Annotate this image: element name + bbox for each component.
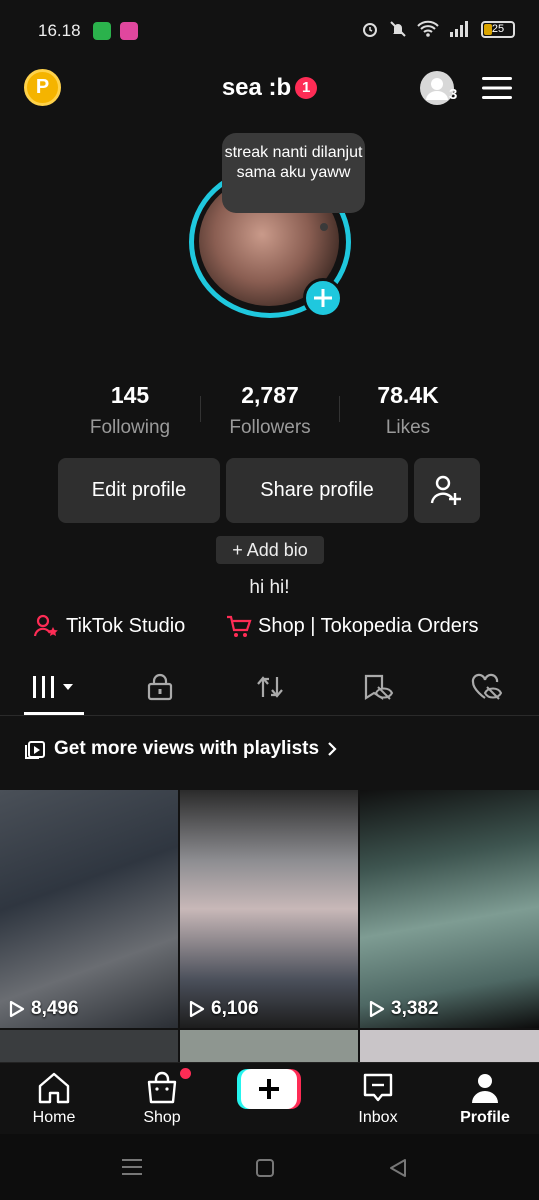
shopping-cart-icon <box>227 615 252 637</box>
stat-divider <box>339 396 340 422</box>
status-icons: 25 <box>361 20 515 38</box>
tab-private[interactable] <box>130 670 190 704</box>
home-icon <box>38 1072 70 1104</box>
video-thumbnail[interactable]: 3,382 <box>360 790 539 1028</box>
liked-hidden-icon <box>471 673 502 700</box>
tiktok-studio-link[interactable]: TikTok Studio <box>34 614 185 638</box>
nav-profile-label: Profile <box>460 1109 510 1126</box>
nav-shop-label: Shop <box>143 1109 181 1126</box>
recents-icon[interactable] <box>121 1158 143 1176</box>
stat-divider <box>200 396 201 422</box>
view-count-text: 3,382 <box>391 998 439 1019</box>
stat-label: Followers <box>229 417 311 438</box>
nav-home-label: Home <box>32 1109 76 1126</box>
nav-shop[interactable]: Shop <box>122 1071 202 1127</box>
shop-notification-dot <box>180 1068 191 1079</box>
wifi-icon <box>417 20 439 37</box>
nav-home[interactable]: Home <box>14 1071 94 1127</box>
add-user-icon <box>430 475 461 505</box>
friends-count: 3 <box>449 86 458 103</box>
profile-stats: 145 Following 2,787 Followers 78.4K Like… <box>0 382 539 442</box>
note-bubble[interactable]: streak nanti dilanjut sama aku yaww <box>222 133 365 213</box>
stat-value: 78.4K <box>377 382 439 408</box>
playlist-prompt-text: Get more views with playlists <box>54 738 320 759</box>
plus-icon <box>241 1069 297 1109</box>
view-count-text: 8,496 <box>31 998 79 1019</box>
battery-level: 25 <box>491 22 505 35</box>
lock-icon <box>147 673 173 701</box>
profile-icon <box>472 1074 498 1103</box>
shop-orders-link[interactable]: Shop | Tokopedia Orders <box>226 614 479 638</box>
battery-indicator: 25 <box>481 20 515 38</box>
system-nav-bar <box>0 1134 539 1200</box>
playlist-icon <box>25 741 45 759</box>
stat-label: Likes <box>385 417 431 438</box>
stat-value: 2,787 <box>241 382 299 408</box>
bottom-nav: Home Shop Inbox Profile <box>0 1062 539 1134</box>
view-count-text: 6,106 <box>211 998 259 1019</box>
tab-reposts[interactable] <box>240 670 300 704</box>
video-thumbnail[interactable] <box>360 1030 539 1065</box>
edit-profile-button[interactable]: Edit profile <box>58 458 220 523</box>
status-bar: 16.18 25 <box>0 0 539 62</box>
video-thumbnail[interactable]: 8,496 <box>0 790 178 1028</box>
messages-app-icon <box>93 22 111 40</box>
profile-links: TikTok Studio Shop | Tokopedia Orders <box>0 614 539 644</box>
chevron-right-icon <box>328 742 337 756</box>
play-icon <box>189 1000 205 1018</box>
share-profile-button[interactable]: Share profile <box>226 458 408 523</box>
favorites-hidden-icon <box>364 674 394 700</box>
active-tab-indicator <box>24 712 84 715</box>
alarm-icon <box>363 23 377 37</box>
stat-value: 145 <box>110 382 150 408</box>
stat-followers[interactable]: 2,787 Followers <box>200 382 340 439</box>
profile-tabs <box>0 662 539 716</box>
signal-icon <box>450 21 468 37</box>
nav-profile[interactable]: Profile <box>445 1071 525 1127</box>
play-icon <box>9 1000 25 1018</box>
view-count: 8,496 <box>9 998 79 1020</box>
notification-badge: 1 <box>295 77 318 99</box>
gallery-app-icon <box>120 22 138 40</box>
stat-label: Following <box>89 417 171 438</box>
play-icon <box>369 1000 385 1018</box>
profile-username[interactable]: sea :b 1 <box>0 74 539 102</box>
studio-icon <box>34 614 58 637</box>
home-button-icon[interactable] <box>255 1158 275 1178</box>
stat-likes[interactable]: 78.4K Likes <box>338 382 478 439</box>
username-text: sea :b <box>221 74 292 101</box>
playlist-prompt[interactable]: Get more views with playlists <box>25 738 338 760</box>
video-thumbnail[interactable]: 6,106 <box>180 790 358 1028</box>
view-count: 3,382 <box>369 998 439 1020</box>
add-bio-button[interactable]: + Add bio <box>216 536 324 564</box>
inbox-icon <box>363 1073 393 1102</box>
menu-icon[interactable] <box>482 76 512 100</box>
nav-inbox[interactable]: Inbox <box>338 1071 418 1127</box>
mute-icon <box>390 21 406 37</box>
video-thumbnail[interactable] <box>180 1030 358 1065</box>
create-button[interactable] <box>237 1069 301 1109</box>
add-story-button[interactable] <box>303 278 343 318</box>
videos-grid-icon <box>33 676 73 698</box>
video-thumbnail[interactable] <box>0 1030 178 1065</box>
status-time: 16.18 <box>38 21 81 40</box>
tab-favorites[interactable] <box>348 670 408 704</box>
shopping-bag-icon <box>147 1071 177 1104</box>
repost-icon <box>257 676 283 698</box>
note-bubble-tail <box>320 223 328 231</box>
view-count: 6,106 <box>189 998 259 1020</box>
tab-videos[interactable] <box>24 670 84 704</box>
back-icon[interactable] <box>388 1158 408 1178</box>
stat-following[interactable]: 145 Following <box>60 382 200 439</box>
nav-inbox-label: Inbox <box>358 1109 398 1126</box>
tab-liked[interactable] <box>456 670 516 704</box>
studio-label: TikTok Studio <box>66 614 186 637</box>
add-friend-button[interactable] <box>414 458 480 523</box>
shop-label: Shop | Tokopedia Orders <box>258 614 479 637</box>
bio-text: hi hi! <box>249 577 290 598</box>
